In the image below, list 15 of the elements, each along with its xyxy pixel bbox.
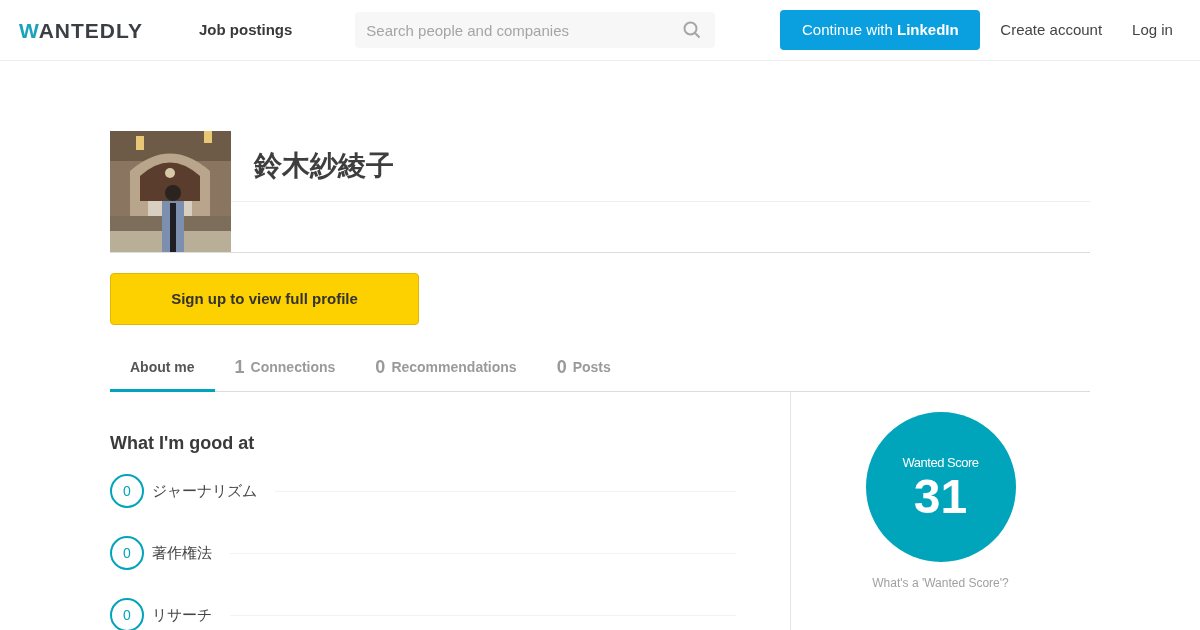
nav-link[interactable]: Job postings <box>199 18 293 42</box>
profile-name: 鈴木紗綾子 <box>254 149 394 183</box>
section-title: What I'm good at <box>110 432 256 455</box>
search-icon <box>683 21 702 39</box>
skill-label[interactable]: リサーチ <box>152 603 212 627</box>
log-in-link[interactable]: Log in <box>1132 18 1173 42</box>
score-value: 31 <box>913 472 968 521</box>
skill-label[interactable]: 著作権法 <box>152 541 212 565</box>
sign-up-button[interactable]: Sign up to view full profile <box>110 273 419 325</box>
skill-label[interactable]: ジャーナリズム <box>152 479 257 503</box>
logo[interactable]: WANTEDLY <box>19 19 172 41</box>
create-account-link[interactable]: Create account <box>1000 18 1103 42</box>
score-label: Wanted Score <box>902 454 979 473</box>
tab[interactable]: About me <box>110 345 215 392</box>
search-field[interactable]: Search people and companies <box>355 12 716 48</box>
